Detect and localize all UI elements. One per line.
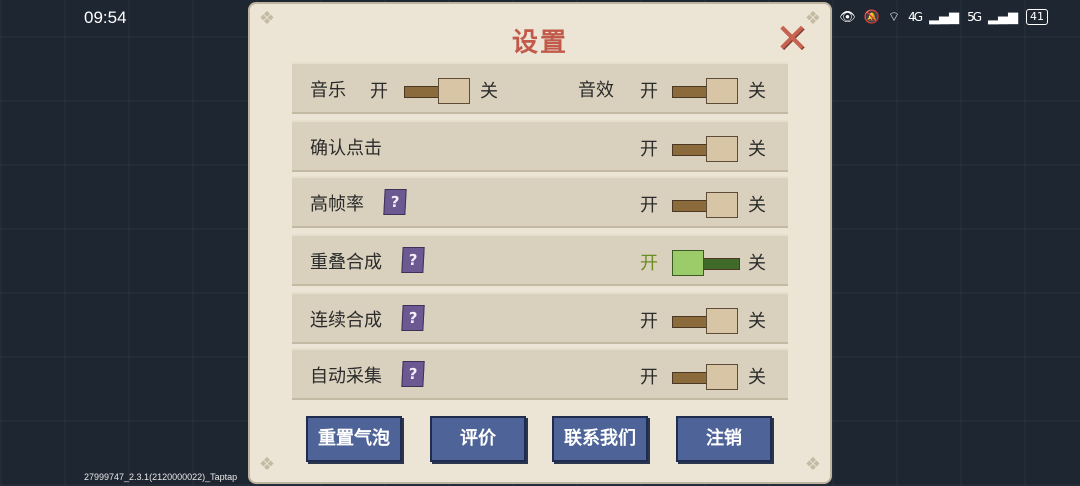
setting-label-sfx: 音效 <box>578 80 614 101</box>
high-framerate-toggle[interactable] <box>672 192 738 218</box>
toggle-knob <box>706 308 738 334</box>
status-icons: 👁 🔕 ⌔ 4G ▂▄▆ 5G ▂▄▆ 41 <box>839 9 1048 25</box>
toggle-knob <box>706 364 738 390</box>
signal-bars-icon: ▂▄▆ <box>929 9 960 25</box>
toggle-knob <box>706 78 738 104</box>
overlap-merge-toggle[interactable] <box>672 250 740 276</box>
setting-label: 连续合成 <box>310 310 382 331</box>
battery-indicator: 41 <box>1026 9 1048 25</box>
close-icon[interactable]: ✕ <box>773 19 811 59</box>
dialog-title: 设置 <box>511 28 568 58</box>
setting-label: 重叠合成 <box>310 252 382 273</box>
music-on-label: 开 <box>370 81 388 102</box>
settings-dialog: ❖ ❖ ❖ ❖ 设置 ✕ 音乐 开 关 音效 开 关 确认点击 开 关 高帧率 … <box>248 2 832 484</box>
toggle-knob <box>706 136 738 162</box>
on-label: 开 <box>640 139 658 160</box>
music-toggle[interactable] <box>404 78 470 104</box>
confirm-click-toggle[interactable] <box>672 136 738 162</box>
setting-row-audio: 音乐 开 关 音效 开 关 <box>292 62 788 114</box>
off-label: 关 <box>748 139 766 160</box>
continuous-merge-toggle[interactable] <box>672 308 738 334</box>
off-label: 关 <box>748 195 766 216</box>
eye-icon: 👁 <box>839 9 856 25</box>
corner-ornament-icon: ❖ <box>804 454 822 475</box>
toggle-knob <box>438 78 470 104</box>
on-label: 开 <box>640 311 658 332</box>
status-time: 09:54 <box>84 8 127 27</box>
setting-label: 确认点击 <box>310 138 382 159</box>
contact-us-button[interactable]: 联系我们 <box>552 416 648 462</box>
wifi-icon: ⌔ <box>887 10 901 25</box>
on-label: 开 <box>640 195 658 216</box>
setting-row-high-framerate: 高帧率 ? 开 关 <box>292 176 788 228</box>
signal-4g-label: 4G <box>908 10 923 24</box>
sfx-toggle[interactable] <box>672 78 738 104</box>
help-icon[interactable]: ? <box>401 305 425 331</box>
help-icon[interactable]: ? <box>383 189 407 215</box>
setting-row-continuous-merge: 连续合成 ? 开 关 <box>292 292 788 344</box>
sfx-on-label: 开 <box>640 81 658 102</box>
toggle-knob <box>672 250 704 276</box>
corner-ornament-icon: ❖ <box>258 454 276 475</box>
help-icon[interactable]: ? <box>401 247 425 273</box>
off-label: 关 <box>748 367 766 388</box>
setting-row-overlap-merge: 重叠合成 ? 开 关 <box>292 234 788 286</box>
off-label: 关 <box>748 253 766 274</box>
toggle-knob <box>706 192 738 218</box>
on-label: 开 <box>640 253 658 274</box>
reset-bubbles-button[interactable]: 重置气泡 <box>306 416 402 462</box>
auto-gather-toggle[interactable] <box>672 364 738 390</box>
setting-row-auto-gather: 自动采集 ? 开 关 <box>292 348 788 400</box>
help-icon[interactable]: ? <box>401 361 425 387</box>
mute-icon: 🔕 <box>863 9 880 25</box>
setting-label-music: 音乐 <box>310 80 346 101</box>
off-label: 关 <box>748 311 766 332</box>
sfx-off-label: 关 <box>748 81 766 102</box>
music-off-label: 关 <box>480 81 498 102</box>
rate-button[interactable]: 评价 <box>430 416 526 462</box>
on-label: 开 <box>640 367 658 388</box>
signal-5g-label: 5G <box>967 10 982 24</box>
setting-row-confirm-click: 确认点击 开 关 <box>292 120 788 172</box>
build-info: 27999747_2.3.1(2120000022)_Taptap <box>84 472 238 482</box>
signal-bars-icon-2: ▂▄▆ <box>988 9 1018 25</box>
setting-label: 自动采集 <box>310 366 382 387</box>
logout-button[interactable]: 注销 <box>676 416 772 462</box>
setting-label: 高帧率 <box>310 194 364 215</box>
